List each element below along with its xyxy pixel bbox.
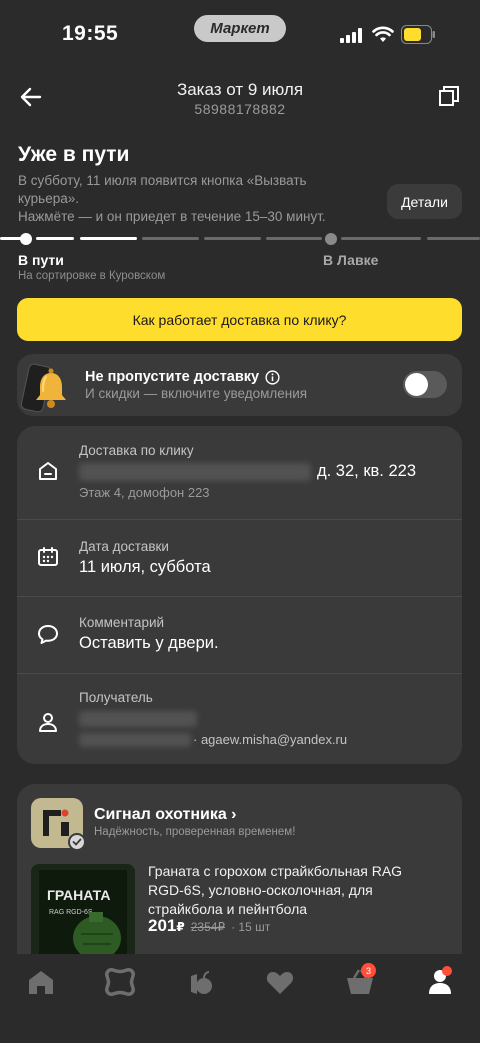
signal-icon	[340, 28, 362, 43]
wifi-icon	[372, 26, 394, 42]
lavka-icon[interactable]	[185, 968, 215, 996]
progress-segment	[36, 237, 74, 240]
catalog-icon[interactable]	[105, 968, 135, 996]
notifications-toggle[interactable]	[403, 371, 447, 398]
notify-title: Не пропустите доставку	[85, 369, 260, 385]
progress-segment	[0, 237, 22, 240]
date-row[interactable]: Дата доставки 11 июля, суббота	[17, 520, 462, 596]
copy-icon[interactable]	[437, 84, 461, 108]
recipient-label: Получатель	[79, 690, 153, 705]
price-row: 201₽ 2354₽ · 15 шт	[148, 916, 270, 936]
order-header: Заказ от 9 июля 58988178882	[0, 72, 480, 122]
progress-segment	[142, 237, 199, 240]
product-image[interactable]: ГРАНАТА RAG RGD-6S	[31, 864, 135, 964]
recipient-phone-redacted	[79, 733, 191, 747]
delivery-info-card: Доставка по клику д. 32, кв. 223 Этаж 4,…	[17, 426, 462, 764]
recipient-row[interactable]: Получатель · agaew.misha@yandex.ru	[17, 674, 462, 764]
shop-tagline: Надёжность, проверенная временем!	[94, 826, 296, 838]
date-label: Дата доставки	[79, 539, 169, 554]
chevron-right-icon: ›	[231, 806, 237, 823]
page-title: Заказ от 9 июля	[176, 80, 304, 99]
profile-dot	[442, 966, 452, 976]
progress-dot-current	[20, 233, 32, 245]
bell-icon	[21, 363, 66, 413]
cart-badge: 3	[361, 963, 376, 978]
info-icon[interactable]	[265, 369, 280, 385]
progress-segment	[266, 237, 322, 240]
product-title[interactable]: Граната с горохом страйкбольная RAG RGD-…	[148, 862, 438, 919]
recipient-email: · agaew.misha@yandex.ru	[193, 732, 348, 747]
details-button[interactable]: Детали	[387, 184, 462, 219]
stage-current-sub: На сортировке в Куровском	[18, 270, 166, 282]
comment-icon	[38, 625, 58, 644]
address-row[interactable]: Доставка по клику д. 32, кв. 223 Этаж 4,…	[17, 426, 462, 519]
delivery-progress	[0, 233, 480, 245]
svg-text:RAG RGD-6S: RAG RGD-6S	[49, 909, 93, 916]
quantity: · 15 шт	[231, 920, 271, 934]
svg-text:ГРАНАТА: ГРАНАТА	[47, 887, 110, 903]
price: 201₽	[148, 916, 185, 935]
status-bar: 19:55 Маркет	[0, 0, 480, 70]
calendar-icon	[38, 547, 58, 566]
progress-segment	[427, 237, 480, 240]
bottom-nav: 3	[0, 954, 480, 1043]
progress-segment	[341, 237, 421, 240]
address-label: Доставка по клику	[79, 443, 194, 458]
market-pill: Маркет	[194, 15, 286, 42]
date-value: 11 июля, суббота	[79, 558, 211, 576]
comment-label: Комментарий	[79, 615, 165, 630]
progress-dot-next	[325, 233, 337, 245]
product-image-art: ГРАНАТА RAG RGD-6S	[31, 864, 135, 964]
price-old: 2354₽	[190, 920, 226, 934]
recipient-name-redacted	[79, 711, 197, 727]
status-time: 19:55	[62, 22, 119, 45]
progress-segment	[80, 237, 137, 240]
status-title: Уже в пути	[18, 143, 130, 166]
battery-icon	[401, 25, 435, 44]
order-number[interactable]: 58988178882	[0, 101, 480, 117]
stage-current: В пути	[18, 252, 64, 268]
home-icon[interactable]	[26, 968, 56, 996]
verified-icon	[68, 833, 86, 851]
address-value: д. 32, кв. 223	[317, 462, 416, 480]
toggle-knob	[405, 373, 428, 396]
home-outline-icon	[39, 462, 57, 480]
delivery-info-button[interactable]: Как работает доставка по клику?	[17, 298, 462, 341]
comment-row[interactable]: Комментарий Оставить у двери.	[17, 597, 462, 673]
favorites-icon[interactable]	[265, 968, 295, 996]
notifications-card[interactable]: Не пропустите доставку И скидки — включи…	[17, 354, 462, 416]
profile-nav-item[interactable]	[426, 966, 456, 996]
notify-title-row: Не пропустите доставку	[85, 369, 280, 385]
notify-subtitle: И скидки — включите уведомления	[85, 386, 308, 401]
shop-name: Сигнал охотника	[94, 806, 227, 823]
comment-value: Оставить у двери.	[79, 634, 219, 652]
address-redacted	[79, 463, 311, 481]
stage-next: В Лавке	[323, 252, 379, 268]
progress-segment	[204, 237, 261, 240]
recipient-icon	[39, 713, 57, 732]
address-sub: Этаж 4, домофон 223	[79, 485, 210, 500]
cart-nav-item[interactable]: 3	[345, 963, 376, 996]
shop-name-row[interactable]: Сигнал охотника ›	[94, 806, 237, 824]
status-description: В субботу, 11 июля появится кнопка «Вызв…	[18, 173, 326, 224]
